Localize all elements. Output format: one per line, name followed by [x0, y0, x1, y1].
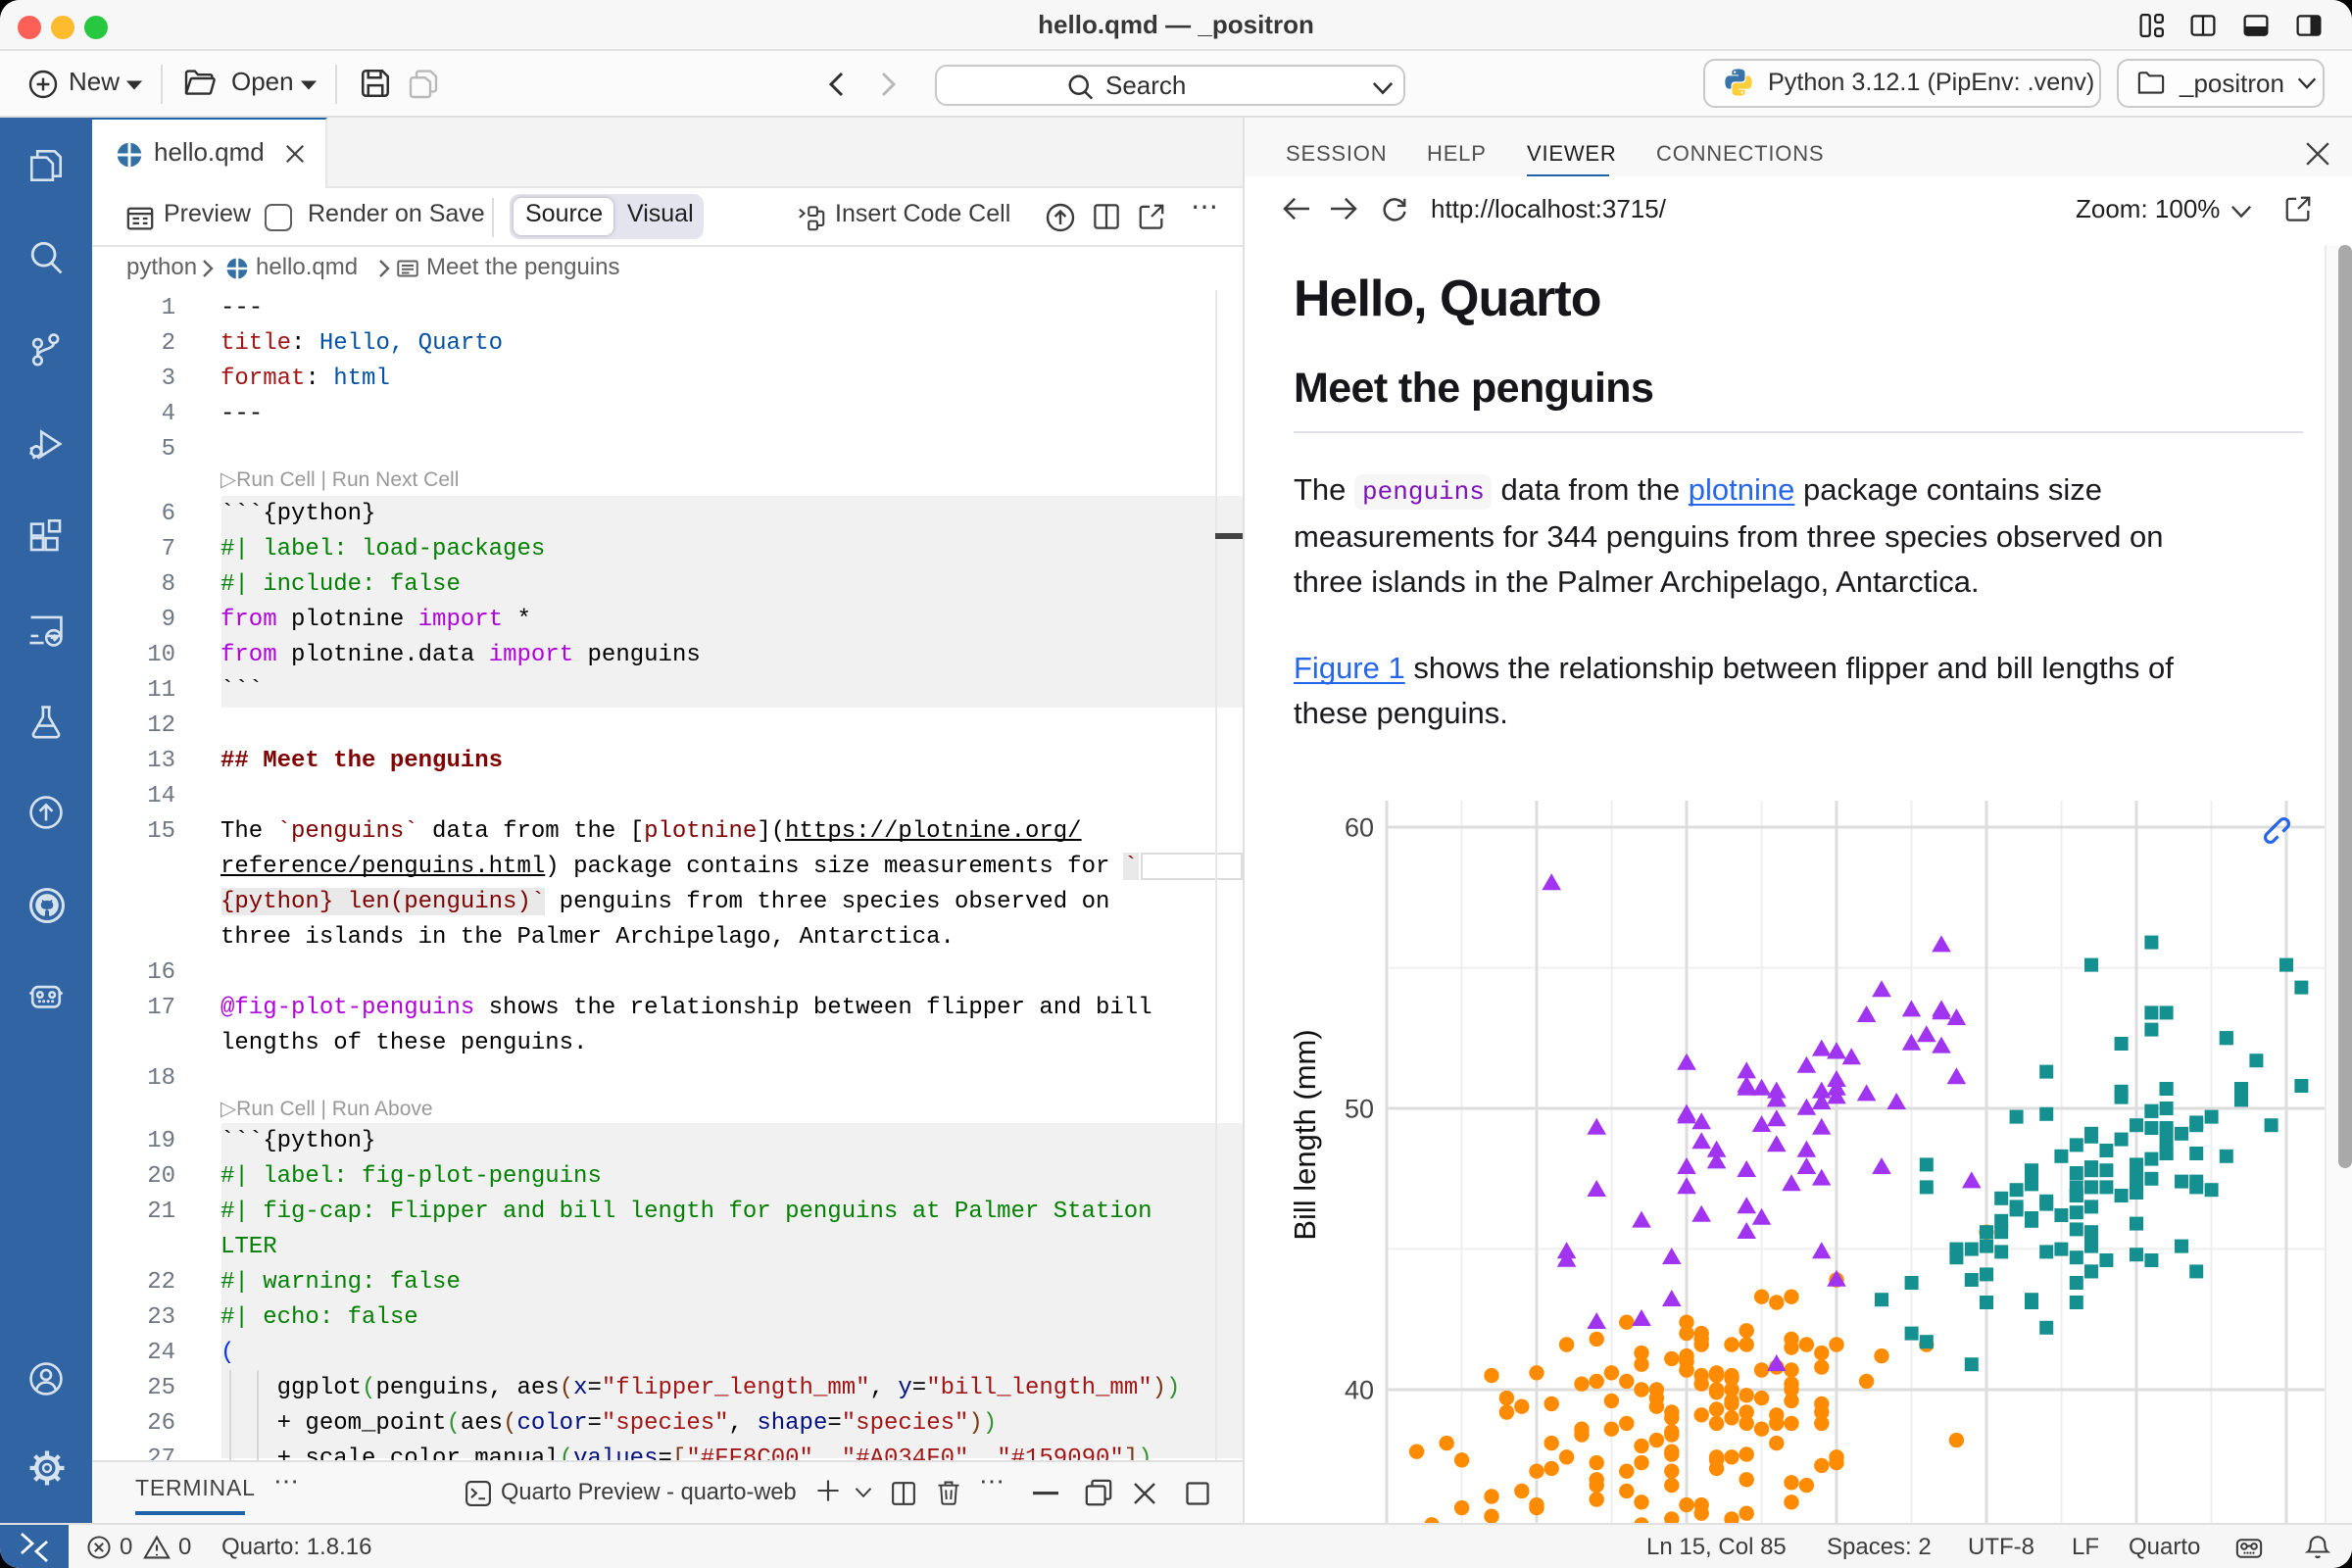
svg-text:60: 60	[1345, 812, 1374, 842]
svg-text:Bill length (mm): Bill length (mm)	[1288, 1029, 1322, 1240]
svg-text:50: 50	[1345, 1094, 1374, 1123]
svg-text:40: 40	[1345, 1375, 1374, 1404]
